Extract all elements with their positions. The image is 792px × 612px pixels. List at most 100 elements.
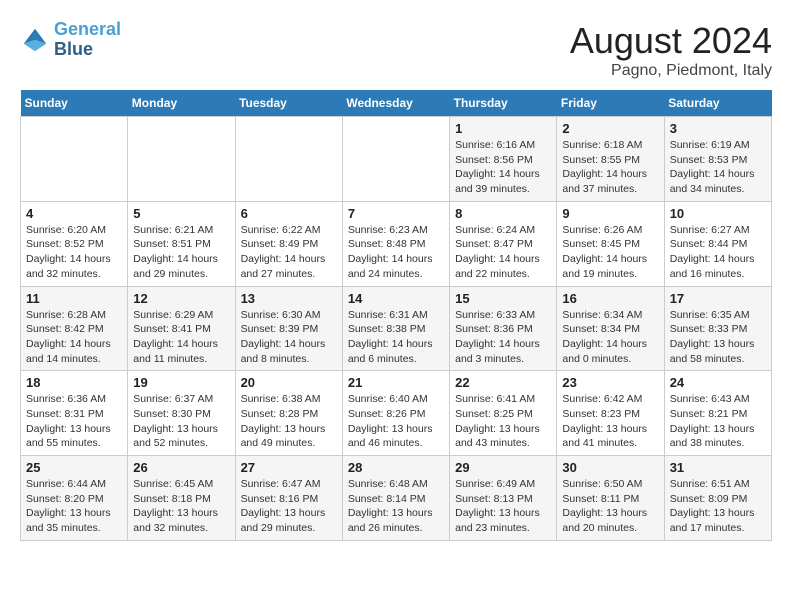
day-info: Sunrise: 6:50 AMSunset: 8:11 PMDaylight:… bbox=[562, 477, 658, 536]
calendar-header-thursday: Thursday bbox=[450, 90, 557, 117]
calendar-cell: 15 Sunrise: 6:33 AMSunset: 8:36 PMDayligh… bbox=[450, 286, 557, 371]
day-number: 9 bbox=[562, 206, 658, 221]
calendar-week-3: 11 Sunrise: 6:28 AMSunset: 8:42 PMDayligh… bbox=[21, 286, 772, 371]
calendar-cell: 16 Sunrise: 6:34 AMSunset: 8:34 PMDayligh… bbox=[557, 286, 664, 371]
day-info: Sunrise: 6:42 AMSunset: 8:23 PMDaylight:… bbox=[562, 392, 658, 451]
day-info: Sunrise: 6:49 AMSunset: 8:13 PMDaylight:… bbox=[455, 477, 551, 536]
day-info: Sunrise: 6:44 AMSunset: 8:20 PMDaylight:… bbox=[26, 477, 122, 536]
day-info: Sunrise: 6:45 AMSunset: 8:18 PMDaylight:… bbox=[133, 477, 229, 536]
day-info: Sunrise: 6:37 AMSunset: 8:30 PMDaylight:… bbox=[133, 392, 229, 451]
day-number: 8 bbox=[455, 206, 551, 221]
day-number: 6 bbox=[241, 206, 337, 221]
calendar-cell: 23 Sunrise: 6:42 AMSunset: 8:23 PMDayligh… bbox=[557, 371, 664, 456]
day-info: Sunrise: 6:16 AMSunset: 8:56 PMDaylight:… bbox=[455, 138, 551, 197]
calendar-cell: 1 Sunrise: 6:16 AMSunset: 8:56 PMDaylight… bbox=[450, 117, 557, 202]
calendar-week-1: 1 Sunrise: 6:16 AMSunset: 8:56 PMDaylight… bbox=[21, 117, 772, 202]
day-info: Sunrise: 6:30 AMSunset: 8:39 PMDaylight:… bbox=[241, 308, 337, 367]
day-info: Sunrise: 6:35 AMSunset: 8:33 PMDaylight:… bbox=[670, 308, 766, 367]
day-info: Sunrise: 6:41 AMSunset: 8:25 PMDaylight:… bbox=[455, 392, 551, 451]
calendar-cell: 13 Sunrise: 6:30 AMSunset: 8:39 PMDayligh… bbox=[235, 286, 342, 371]
day-info: Sunrise: 6:33 AMSunset: 8:36 PMDaylight:… bbox=[455, 308, 551, 367]
day-number: 17 bbox=[670, 291, 766, 306]
day-info: Sunrise: 6:29 AMSunset: 8:41 PMDaylight:… bbox=[133, 308, 229, 367]
day-number: 20 bbox=[241, 375, 337, 390]
calendar-cell bbox=[128, 117, 235, 202]
calendar-cell: 10Sunrise: 6:27 AMSunset: 8:44 PMDayligh… bbox=[664, 201, 771, 286]
calendar-cell: 4Sunrise: 6:20 AMSunset: 8:52 PMDaylight… bbox=[21, 201, 128, 286]
day-number: 3 bbox=[670, 121, 766, 136]
calendar-header-monday: Monday bbox=[128, 90, 235, 117]
page-title: August 2024 bbox=[570, 20, 772, 62]
day-info: Sunrise: 6:47 AMSunset: 8:16 PMDaylight:… bbox=[241, 477, 337, 536]
calendar-cell: 24 Sunrise: 6:43 AMSunset: 8:21 PMDayligh… bbox=[664, 371, 771, 456]
page-subtitle: Pagno, Piedmont, Italy bbox=[570, 62, 772, 80]
calendar-cell: 25 Sunrise: 6:44 AMSunset: 8:20 PMDayligh… bbox=[21, 456, 128, 541]
day-number: 24 bbox=[670, 375, 766, 390]
calendar-cell: 7 Sunrise: 6:23 AMSunset: 8:48 PMDaylight… bbox=[342, 201, 449, 286]
day-info: Sunrise: 6:24 AMSunset: 8:47 PMDaylight:… bbox=[455, 223, 551, 282]
calendar-cell: 6 Sunrise: 6:22 AMSunset: 8:49 PMDaylight… bbox=[235, 201, 342, 286]
calendar-cell bbox=[21, 117, 128, 202]
calendar-cell: 27 Sunrise: 6:47 AMSunset: 8:16 PMDayligh… bbox=[235, 456, 342, 541]
day-number: 13 bbox=[241, 291, 337, 306]
calendar-week-2: 4Sunrise: 6:20 AMSunset: 8:52 PMDaylight… bbox=[21, 201, 772, 286]
calendar-week-4: 18Sunrise: 6:36 AMSunset: 8:31 PMDayligh… bbox=[21, 371, 772, 456]
calendar-cell: 12 Sunrise: 6:29 AMSunset: 8:41 PMDayligh… bbox=[128, 286, 235, 371]
day-number: 7 bbox=[348, 206, 444, 221]
day-number: 12 bbox=[133, 291, 229, 306]
calendar-table: SundayMondayTuesdayWednesdayThursdayFrid… bbox=[20, 90, 772, 541]
day-info: Sunrise: 6:23 AMSunset: 8:48 PMDaylight:… bbox=[348, 223, 444, 282]
day-number: 11 bbox=[26, 291, 122, 306]
day-number: 14 bbox=[348, 291, 444, 306]
day-number: 23 bbox=[562, 375, 658, 390]
day-number: 4 bbox=[26, 206, 122, 221]
calendar-cell: 14 Sunrise: 6:31 AMSunset: 8:38 PMDayligh… bbox=[342, 286, 449, 371]
day-info: Sunrise: 6:51 AMSunset: 8:09 PMDaylight:… bbox=[670, 477, 766, 536]
day-number: 21 bbox=[348, 375, 444, 390]
day-info: Sunrise: 6:28 AMSunset: 8:42 PMDaylight:… bbox=[26, 308, 122, 367]
calendar-cell bbox=[342, 117, 449, 202]
day-number: 29 bbox=[455, 460, 551, 475]
calendar-cell: 22 Sunrise: 6:41 AMSunset: 8:25 PMDayligh… bbox=[450, 371, 557, 456]
day-number: 27 bbox=[241, 460, 337, 475]
day-info: Sunrise: 6:34 AMSunset: 8:34 PMDaylight:… bbox=[562, 308, 658, 367]
day-info: Sunrise: 6:26 AMSunset: 8:45 PMDaylight:… bbox=[562, 223, 658, 282]
day-info: Sunrise: 6:48 AMSunset: 8:14 PMDaylight:… bbox=[348, 477, 444, 536]
day-number: 15 bbox=[455, 291, 551, 306]
calendar-cell: 8 Sunrise: 6:24 AMSunset: 8:47 PMDaylight… bbox=[450, 201, 557, 286]
calendar-cell: 31Sunrise: 6:51 AMSunset: 8:09 PMDayligh… bbox=[664, 456, 771, 541]
logo-text: General Blue bbox=[54, 20, 121, 60]
calendar-cell: 21 Sunrise: 6:40 AMSunset: 8:26 PMDayligh… bbox=[342, 371, 449, 456]
calendar-cell: 20 Sunrise: 6:38 AMSunset: 8:28 PMDayligh… bbox=[235, 371, 342, 456]
calendar-header-wednesday: Wednesday bbox=[342, 90, 449, 117]
logo: General Blue bbox=[20, 20, 121, 60]
day-number: 1 bbox=[455, 121, 551, 136]
calendar-cell: 2Sunrise: 6:18 AMSunset: 8:55 PMDaylight… bbox=[557, 117, 664, 202]
day-info: Sunrise: 6:22 AMSunset: 8:49 PMDaylight:… bbox=[241, 223, 337, 282]
day-number: 19 bbox=[133, 375, 229, 390]
day-info: Sunrise: 6:19 AMSunset: 8:53 PMDaylight:… bbox=[670, 138, 766, 197]
calendar-cell: 29 Sunrise: 6:49 AMSunset: 8:13 PMDayligh… bbox=[450, 456, 557, 541]
day-info: Sunrise: 6:40 AMSunset: 8:26 PMDaylight:… bbox=[348, 392, 444, 451]
day-number: 25 bbox=[26, 460, 122, 475]
day-info: Sunrise: 6:43 AMSunset: 8:21 PMDaylight:… bbox=[670, 392, 766, 451]
calendar-week-5: 25 Sunrise: 6:44 AMSunset: 8:20 PMDayligh… bbox=[21, 456, 772, 541]
day-number: 30 bbox=[562, 460, 658, 475]
day-number: 22 bbox=[455, 375, 551, 390]
calendar-cell: 5Sunrise: 6:21 AMSunset: 8:51 PMDaylight… bbox=[128, 201, 235, 286]
day-info: Sunrise: 6:27 AMSunset: 8:44 PMDaylight:… bbox=[670, 223, 766, 282]
calendar-cell: 18Sunrise: 6:36 AMSunset: 8:31 PMDayligh… bbox=[21, 371, 128, 456]
calendar-cell bbox=[235, 117, 342, 202]
page-header: General Blue August 2024 Pagno, Piedmont… bbox=[20, 20, 772, 80]
day-info: Sunrise: 6:38 AMSunset: 8:28 PMDaylight:… bbox=[241, 392, 337, 451]
day-number: 16 bbox=[562, 291, 658, 306]
day-number: 26 bbox=[133, 460, 229, 475]
day-info: Sunrise: 6:21 AMSunset: 8:51 PMDaylight:… bbox=[133, 223, 229, 282]
day-number: 18 bbox=[26, 375, 122, 390]
calendar-header-row: SundayMondayTuesdayWednesdayThursdayFrid… bbox=[21, 90, 772, 117]
day-info: Sunrise: 6:31 AMSunset: 8:38 PMDaylight:… bbox=[348, 308, 444, 367]
calendar-cell: 3 Sunrise: 6:19 AMSunset: 8:53 PMDaylight… bbox=[664, 117, 771, 202]
calendar-cell: 9 Sunrise: 6:26 AMSunset: 8:45 PMDaylight… bbox=[557, 201, 664, 286]
calendar-cell: 28Sunrise: 6:48 AMSunset: 8:14 PMDayligh… bbox=[342, 456, 449, 541]
calendar-cell: 11 Sunrise: 6:28 AMSunset: 8:42 PMDayligh… bbox=[21, 286, 128, 371]
